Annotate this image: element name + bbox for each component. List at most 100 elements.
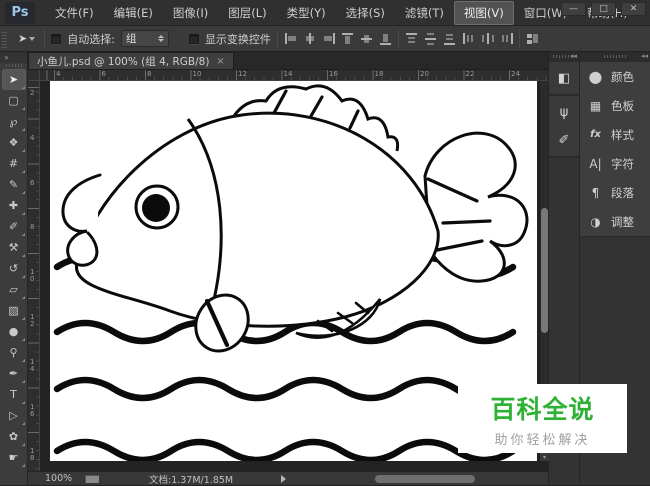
panel-button-swatches[interactable]: ▦色板 [580, 91, 650, 120]
tab-close-icon[interactable]: × [216, 56, 224, 67]
status-popup-arrow-icon[interactable] [281, 475, 286, 483]
tool-flyout-corner-icon [22, 422, 25, 425]
tool-pen[interactable]: ✒ [2, 363, 26, 384]
tool-gradient[interactable]: ▨ [2, 300, 26, 321]
auto-select-checkbox[interactable] [51, 34, 61, 44]
tool-crop[interactable]: # [2, 153, 26, 174]
align-center-v-icon[interactable] [360, 32, 373, 45]
swatches-panel-icon: ▦ [588, 99, 603, 113]
tool-flyout-corner-icon [22, 401, 25, 404]
close-button[interactable]: ✕ [621, 2, 646, 16]
expand-panels-icon[interactable]: ◂◂ [570, 52, 577, 60]
show-transform-label: 显示变换控件 [205, 31, 271, 47]
maximize-button[interactable]: □ [591, 2, 616, 16]
menu-item-编辑[interactable]: 编辑(E) [104, 1, 163, 25]
tool-dodge[interactable]: ⚲ [2, 342, 26, 363]
menu-item-视图[interactable]: 视图(V) [454, 1, 514, 25]
brush-presets-panel-icon[interactable]: ψ [552, 100, 576, 124]
minimize-button[interactable]: — [561, 2, 586, 16]
horizontal-scrollbar-thumb[interactable] [375, 475, 475, 483]
tool-clone-stamp[interactable]: ⚒ [2, 237, 26, 258]
expand-panels-icon[interactable]: ◂◂ [641, 52, 648, 60]
tool-history-brush[interactable]: ↺ [2, 258, 26, 279]
menu-item-文件[interactable]: 文件(F) [45, 1, 104, 25]
panel-button-color[interactable]: ⬤ 颜色 [580, 62, 650, 91]
show-transform-checkbox[interactable] [189, 34, 199, 44]
tool-eraser[interactable]: ▱ [2, 279, 26, 300]
tool-custom-shape[interactable]: ✿ [2, 426, 26, 447]
brush-panel-icon[interactable]: ✐ [552, 128, 576, 152]
tool-marquee[interactable]: ▢ [2, 90, 26, 111]
panel-button-adjustments[interactable]: ◑调整 [580, 207, 650, 236]
window-controls: — □ ✕ [561, 2, 646, 16]
menu-items: 文件(F)编辑(E)图像(I)图层(L)类型(Y)选择(S)滤镜(T)视图(V)… [45, 1, 638, 25]
distribute-both-icon[interactable] [526, 32, 539, 45]
menu-bar: Ps 文件(F)编辑(E)图像(I)图层(L)类型(Y)选择(S)滤镜(T)视图… [0, 0, 650, 26]
vertical-scrollbar-thumb[interactable] [541, 208, 548, 333]
distribute-center-v-icon[interactable] [424, 32, 437, 45]
panel-label-adjustments: 调整 [611, 214, 634, 230]
watermark-title: 百科全说 [490, 390, 594, 426]
toolbox-grip[interactable] [6, 64, 22, 67]
tool-flyout-corner-icon [22, 443, 25, 446]
tool-hand[interactable]: ☛ [2, 447, 26, 468]
panel-button-character[interactable]: A|字符 [580, 149, 650, 178]
align-center-h-icon[interactable] [303, 32, 316, 45]
align-right-icon[interactable] [322, 32, 335, 45]
watermark: 百科全说 助你轻松解决 [458, 384, 627, 453]
align-bottom-icon[interactable] [379, 32, 392, 45]
distribute-bottom-icon[interactable] [443, 32, 456, 45]
tool-flyout-corner-icon [22, 296, 25, 299]
tool-move[interactable]: ➤ [2, 69, 26, 90]
fish-eye [136, 186, 178, 228]
zoom-level-field[interactable]: 100% [45, 473, 79, 484]
tool-eyedropper[interactable]: ✎ [2, 174, 26, 195]
horizontal-ruler: 4681012141618202224 [40, 70, 548, 81]
auto-select-value: 组 [126, 31, 137, 46]
document-tab-title: 小鱼儿.psd @ 100% (组 4, RGB/8) [37, 54, 209, 69]
distribute-center-h-icon[interactable] [481, 32, 494, 45]
current-tool-preset[interactable]: ➤ [15, 31, 38, 46]
distribute-left-icon[interactable] [462, 32, 475, 45]
move-tool-icon: ➤ [18, 32, 27, 45]
align-left-icon[interactable] [284, 32, 297, 45]
panel-label-color: 颜色 [611, 69, 634, 85]
status-bar: 100% 文档:1.37M/1.85M [28, 471, 548, 485]
tool-flyout-corner-icon [22, 149, 25, 152]
tool-healing-brush[interactable]: ✚ [2, 195, 26, 216]
panel-button-paragraph[interactable]: ¶段落 [580, 178, 650, 207]
tool-quick-selection[interactable]: ❖ [2, 132, 26, 153]
menu-item-滤镜[interactable]: 滤镜(T) [395, 1, 454, 25]
menu-item-图层[interactable]: 图层(L) [218, 1, 276, 25]
tool-brush[interactable]: ✐ [2, 216, 26, 237]
menu-item-图像[interactable]: 图像(I) [163, 1, 218, 25]
toolbox: » ➤▢℘❖#✎✚✐⚒↺▱▨●⚲✒T▷✿☛ [0, 52, 28, 485]
panel-icon-group: ◧ [549, 62, 579, 96]
tool-flyout-corner-icon [22, 233, 25, 236]
tool-flyout-corner-icon [22, 191, 25, 194]
watermark-subtitle: 助你轻松解决 [494, 429, 590, 448]
options-bar-grip[interactable] [2, 30, 7, 48]
menu-item-选择[interactable]: 选择(S) [336, 1, 395, 25]
properties-panel-icon[interactable]: ◧ [552, 66, 576, 90]
panel-label-character: 字符 [611, 156, 634, 172]
distribute-top-icon[interactable] [405, 32, 418, 45]
distribute-right-icon[interactable] [500, 32, 513, 45]
tool-lasso[interactable]: ℘ [2, 111, 26, 132]
document-tab[interactable]: 小鱼儿.psd @ 100% (组 4, RGB/8) × [28, 52, 234, 69]
panel-button-styles[interactable]: fx样式 [580, 120, 650, 149]
color-panel-icon: ⬤ [588, 70, 603, 84]
scrollbar-corner-icon[interactable]: ▾ [540, 452, 549, 461]
tool-blur[interactable]: ● [2, 321, 26, 342]
tool-flyout-corner-icon [22, 317, 25, 320]
auto-select-dropdown[interactable]: 组 [121, 30, 169, 47]
tool-type[interactable]: T [2, 384, 26, 405]
align-top-icon[interactable] [341, 32, 354, 45]
tool-flyout-corner-icon [22, 275, 25, 278]
document-size-icon [85, 475, 99, 483]
tool-flyout-corner-icon [22, 359, 25, 362]
tool-path-selection[interactable]: ▷ [2, 405, 26, 426]
photoshop-logo: Ps [5, 2, 35, 24]
toolbox-collapse-button[interactable]: » [0, 52, 27, 63]
menu-item-类型[interactable]: 类型(Y) [277, 1, 336, 25]
